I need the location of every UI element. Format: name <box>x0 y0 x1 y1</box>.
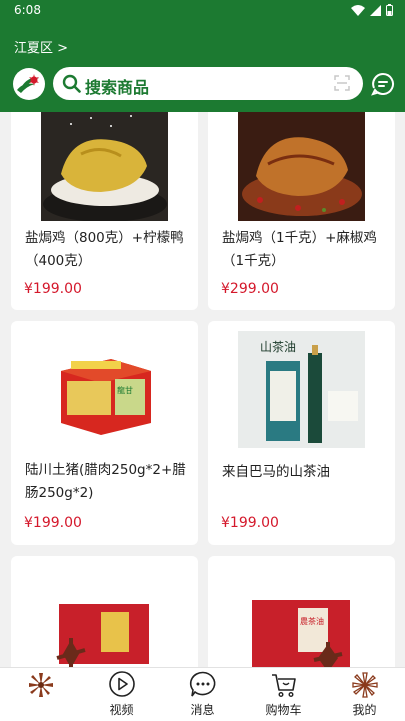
cart-icon <box>272 674 296 698</box>
message-icon[interactable] <box>371 72 395 96</box>
chat-icon <box>189 671 216 697</box>
header: 江夏区 > 搜索商品 <box>0 22 405 112</box>
product-image-camellia-oil: 山茶油 <box>238 331 365 448</box>
product-image-red-gift-box <box>41 574 168 667</box>
product-card[interactable]: 山茶油 来自巴马的山茶油 ¥199.00 <box>208 321 395 545</box>
battery-icon <box>386 4 393 16</box>
product-card[interactable]: 農茶油 <box>208 556 395 667</box>
status-bar: 6:08 <box>0 0 405 22</box>
product-name: 来自巴马的山茶油 <box>222 464 330 480</box>
product-price: ¥299.00 <box>221 281 279 297</box>
wifi-icon <box>351 4 365 16</box>
star-anise-outline-icon <box>352 672 378 698</box>
scan-icon[interactable] <box>334 75 350 91</box>
product-image-pork-gift-box: 龍甘 <box>41 331 168 448</box>
star-anise-icon <box>29 673 53 697</box>
tab-label: 购物车 <box>265 703 302 717</box>
product-name: 盐焗鸡（800克）+柠檬鸭（400克） <box>25 230 184 269</box>
product-name: 陆川土猪(腊肉250g*2+腊肠250g*2) <box>25 462 186 501</box>
signal-icon <box>370 4 381 16</box>
location-selector[interactable]: 江夏区 > <box>14 37 68 56</box>
bottom-tab-bar: 视频 消息 购物车 我的 <box>0 667 405 721</box>
status-icons <box>351 4 393 16</box>
search-icon <box>62 74 81 93</box>
tab-cart[interactable]: 购物车 <box>243 668 324 721</box>
product-image-pepper-chicken <box>238 112 365 221</box>
status-time: 6:08 <box>14 3 41 17</box>
product-card[interactable] <box>11 556 198 667</box>
product-image-salt-baked-chicken <box>41 112 168 221</box>
search-placeholder: 搜索商品 <box>85 78 150 97</box>
product-price: ¥199.00 <box>221 515 279 531</box>
product-card[interactable]: 龍甘 陆川土猪(腊肉250g*2+腊肠250g*2) ¥199.00 <box>11 321 198 545</box>
tab-label: 视频 <box>109 703 134 717</box>
tab-home[interactable] <box>0 668 81 721</box>
play-icon <box>109 671 135 697</box>
box-sign-1: 龍甘 <box>117 385 133 395</box>
product-price: ¥199.00 <box>24 515 82 531</box>
product-name: 盐焗鸡（1千克）+麻椒鸡（1千克） <box>222 230 377 269</box>
box-sign-2: 農茶油 <box>300 616 324 626</box>
tab-profile[interactable]: 我的 <box>324 668 405 721</box>
oil-brand-text: 山茶油 <box>260 339 296 354</box>
product-grid: 盐焗鸡（800克）+柠檬鸭（400克） ¥199.00 盐焗鸡（1千克）+麻椒鸡… <box>0 112 405 667</box>
app-logo <box>13 68 45 100</box>
product-image-red-gift-box-2: 農茶油 <box>238 574 365 667</box>
search-bar[interactable]: 搜索商品 <box>53 67 363 100</box>
tab-label: 消息 <box>190 703 215 717</box>
product-card[interactable]: 盐焗鸡（1千克）+麻椒鸡（1千克） ¥299.00 <box>208 112 395 310</box>
product-price: ¥199.00 <box>24 281 82 297</box>
tab-label: 我的 <box>352 703 377 717</box>
tab-messages[interactable]: 消息 <box>162 668 243 721</box>
product-card[interactable]: 盐焗鸡（800克）+柠檬鸭（400克） ¥199.00 <box>11 112 198 310</box>
tab-video[interactable]: 视频 <box>81 668 162 721</box>
